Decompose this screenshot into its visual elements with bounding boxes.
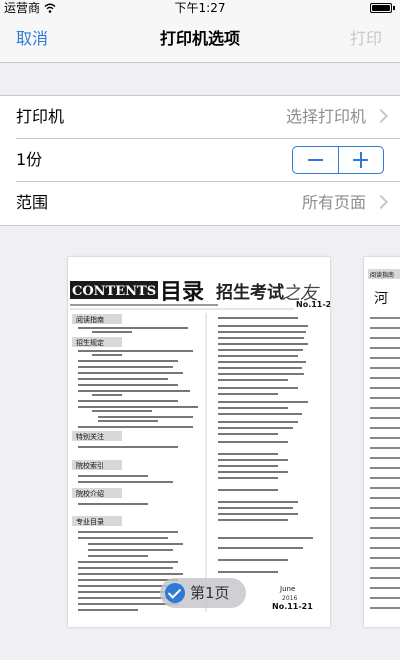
copies-label: 1份 [16, 150, 43, 169]
magazine-contents-page: CONTENTS 目录 招生考试 之友 No.11-21 阅读指南 招生规定 特… [70, 280, 330, 612]
section-header: 特别关注 [76, 432, 104, 441]
chevron-right-icon [373, 194, 389, 210]
section-header: 招生规定 [76, 338, 104, 347]
page-preview-2[interactable]: 阅读指南 河 [364, 257, 400, 627]
copies-stepper[interactable] [292, 146, 384, 174]
chevron-right-icon [373, 108, 389, 124]
status-bar: 运营商 下午1:27 [0, 0, 400, 16]
navigation-bar: 取消 打印机选项 打印 [0, 16, 400, 63]
mulu-title: 目录 [160, 280, 204, 305]
page-select-badge[interactable]: 第1页 [160, 578, 246, 608]
printer-options-group: 打印机 选择打印机 1份 范围 所有页面 [0, 95, 400, 226]
issue-number: No.11-21 [296, 300, 330, 309]
checkmark-icon [165, 583, 185, 603]
section-header: 阅读指南 [76, 315, 104, 324]
status-time: 下午1:27 [174, 1, 226, 15]
magazine-name: 招生考试 [216, 282, 284, 303]
page-preview-1[interactable]: CONTENTS 目录 招生考试 之友 No.11-21 阅读指南 招生规定 特… [68, 257, 330, 627]
range-label: 范围 [16, 193, 49, 212]
next-page-content: 阅读指南 河 [368, 269, 400, 609]
issue-year: 2016 [282, 595, 297, 602]
section-header: 院校介绍 [76, 489, 104, 498]
increment-button[interactable] [338, 147, 383, 173]
next-page-header: 阅读指南 [370, 271, 394, 279]
issue-month: June [279, 585, 295, 593]
battery-icon [370, 3, 395, 13]
copies-row: 1份 [0, 139, 400, 181]
page-number-label: 第1页 [190, 584, 230, 602]
print-button[interactable]: 打印 [350, 16, 382, 62]
section-header: 专业目录 [76, 517, 104, 526]
printer-row[interactable]: 打印机 选择打印机 [0, 96, 400, 138]
section-header: 院校索引 [76, 461, 104, 470]
printer-label: 打印机 [16, 107, 65, 126]
printer-value: 选择打印机 [285, 107, 366, 126]
decrement-button[interactable] [293, 147, 338, 173]
next-page-char: 河 [374, 291, 388, 307]
range-row[interactable]: 范围 所有页面 [0, 182, 400, 224]
right-column-text [218, 317, 313, 573]
contents-word: CONTENTS [72, 284, 156, 299]
issue-number-bottom: No.11-21 [272, 602, 313, 611]
page-title: 打印机选项 [159, 29, 240, 48]
range-value: 所有页面 [301, 193, 366, 212]
